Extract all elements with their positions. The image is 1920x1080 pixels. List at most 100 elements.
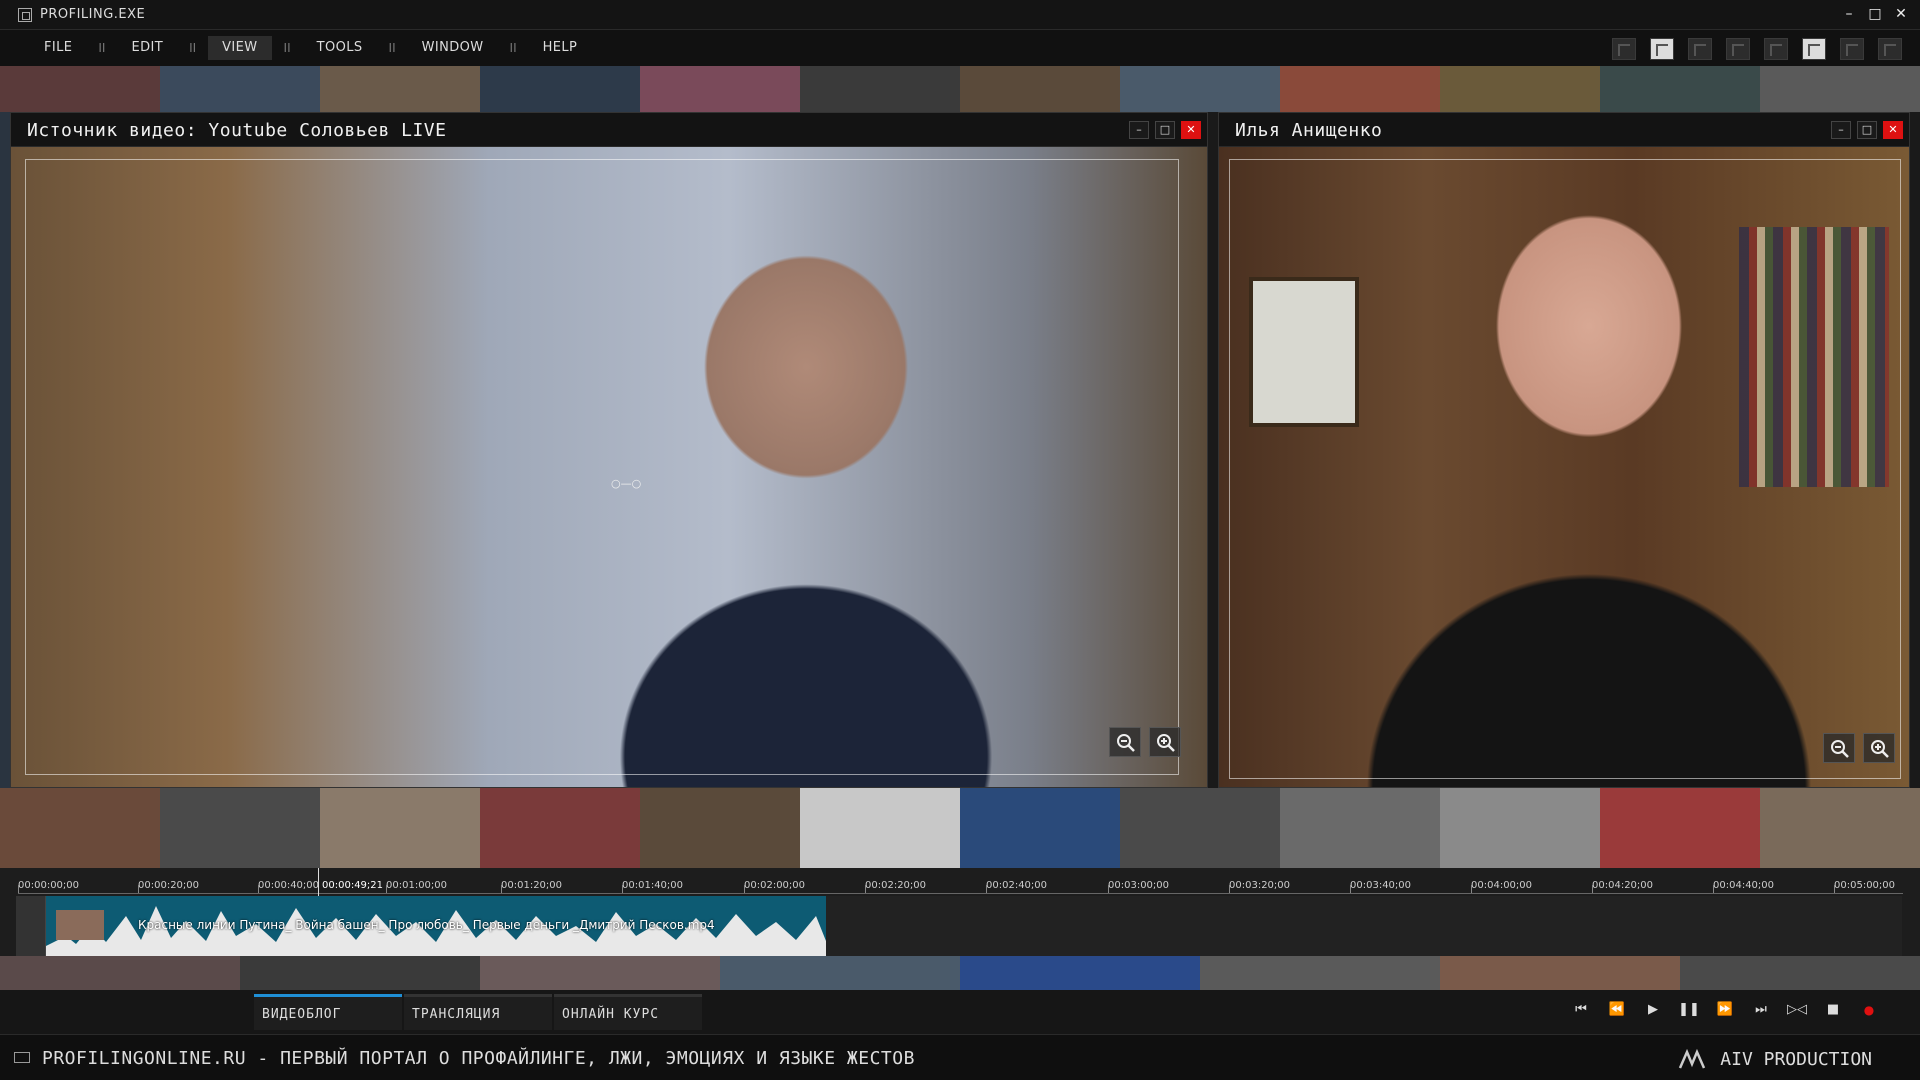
rewind-icon[interactable]: ⏪ xyxy=(1606,1002,1628,1017)
presenter-video-window-header[interactable]: Илья Анищенко – □ ✕ xyxy=(1219,113,1909,147)
tick-label: 00:02:20;00 xyxy=(865,880,927,891)
source-video-guide-frame xyxy=(25,159,1179,775)
tick-label: 00:03:20;00 xyxy=(1229,880,1291,891)
zoom-out-icon xyxy=(1831,740,1849,758)
zoom-in-icon xyxy=(1871,740,1889,758)
menu-separator: II xyxy=(283,41,291,55)
tick-label: 00:00:00;00 xyxy=(18,880,80,891)
menu-bar: FILE II EDIT II VIEW II TOOLS II WINDOW … xyxy=(0,30,1920,66)
status-bar: PROFILINGONLINE.RU - ПЕРВЫЙ ПОРТАЛ О ПРО… xyxy=(0,1034,1920,1080)
menu-view[interactable]: VIEW xyxy=(208,36,272,60)
menu-separator: II xyxy=(189,41,197,55)
tab-broadcast[interactable]: ТРАНСЛЯЦИЯ xyxy=(404,994,552,1030)
tick-mark xyxy=(1108,885,1109,893)
layout-3-icon[interactable] xyxy=(1688,38,1712,60)
layout-7-icon[interactable] xyxy=(1840,38,1864,60)
minimize-panel-button[interactable]: – xyxy=(1129,121,1149,139)
title-bar: PROFILING.EXE – □ ✕ xyxy=(0,0,1920,30)
video-track: Красные линии Путина_ Война башен_ Про л… xyxy=(16,896,1902,956)
tick-label: 00:05:00;00 xyxy=(1834,880,1896,891)
layout-1-icon[interactable] xyxy=(1612,38,1636,60)
source-video-title: Источник видео: Youtube Соловьев LIVE xyxy=(27,120,447,141)
pause-icon[interactable]: ❚❚ xyxy=(1678,1002,1700,1017)
skip-end-icon[interactable]: ⏭ xyxy=(1750,1002,1772,1017)
tick-mark xyxy=(622,885,623,893)
brand-logo-icon xyxy=(1679,1048,1706,1069)
presenter-guide-frame xyxy=(1229,159,1901,779)
tick-mark xyxy=(1350,885,1351,893)
status-text: PROFILINGONLINE.RU - ПЕРВЫЙ ПОРТАЛ О ПРО… xyxy=(42,1048,915,1069)
tick-mark xyxy=(1471,885,1472,893)
stop-icon[interactable]: ■ xyxy=(1822,1002,1844,1017)
tick-mark xyxy=(18,885,19,893)
tick-label: 00:03:40;00 xyxy=(1350,880,1412,891)
presenter-video-window: Илья Анищенко – □ ✕ xyxy=(1218,112,1910,788)
maximize-panel-button[interactable]: □ xyxy=(1155,121,1175,139)
tab-videoblog[interactable]: ВИДЕОБЛОГ xyxy=(254,994,402,1030)
tick-label: 00:00:20;00 xyxy=(138,880,200,891)
source-video-window: Источник видео: Youtube Соловьев LIVE – … xyxy=(10,112,1208,788)
tick-mark xyxy=(865,885,866,893)
record-icon[interactable]: ● xyxy=(1858,1003,1880,1017)
tick-mark xyxy=(1834,885,1835,893)
layout-2-icon[interactable] xyxy=(1650,38,1674,60)
close-panel-button[interactable]: ✕ xyxy=(1883,121,1903,139)
zoom-in-icon xyxy=(1157,734,1175,752)
background-mosaic-middle xyxy=(0,788,1920,870)
layout-4-icon[interactable] xyxy=(1726,38,1750,60)
layout-5-icon[interactable] xyxy=(1764,38,1788,60)
tick-label: 00:01:40;00 xyxy=(622,880,684,891)
tick-label: 00:03:00;00 xyxy=(1108,880,1170,891)
play-icon[interactable]: ▶ xyxy=(1642,1002,1664,1017)
close-panel-button[interactable]: ✕ xyxy=(1181,121,1201,139)
video-clip[interactable]: Красные линии Путина_ Война башен_ Про л… xyxy=(46,896,826,956)
minimize-panel-button[interactable]: – xyxy=(1831,121,1851,139)
skip-start-icon[interactable]: ⏮ xyxy=(1570,1002,1592,1017)
background-mosaic-bottom xyxy=(0,956,1920,990)
transport-controls: ⏮ ⏪ ▶ ❚❚ ⏩ ⏭ ▷◁ ■ ● xyxy=(1570,1002,1880,1017)
close-window-button[interactable]: ✕ xyxy=(1892,5,1910,23)
layout-6-icon[interactable] xyxy=(1802,38,1826,60)
menu-separator: II xyxy=(98,41,106,55)
tick-mark xyxy=(501,885,502,893)
timeline: 00:00:00;00 00:00:20;00 00:00:40;00 00:0… xyxy=(0,868,1920,956)
menu-separator: II xyxy=(509,41,517,55)
tab-bar: ВИДЕОБЛОГ ТРАНСЛЯЦИЯ ОНЛАЙН КУРС ⏮ ⏪ ▶ ❚… xyxy=(0,990,1920,1034)
menu-tools[interactable]: TOOLS xyxy=(303,36,377,60)
keyboard-icon xyxy=(14,1052,30,1063)
menu-edit[interactable]: EDIT xyxy=(117,36,177,60)
playhead-time: 00:00:49;21 xyxy=(322,880,384,891)
source-video-window-header[interactable]: Источник видео: Youtube Соловьев LIVE – … xyxy=(11,113,1207,147)
layout-8-icon[interactable] xyxy=(1878,38,1902,60)
zoom-out-button[interactable] xyxy=(1823,733,1855,763)
menu-window[interactable]: WINDOW xyxy=(408,36,498,60)
track-handle[interactable] xyxy=(16,896,46,956)
frame-step-icon[interactable]: ▷◁ xyxy=(1786,1002,1808,1017)
tick-label: 00:01:00;00 xyxy=(386,880,448,891)
maximize-panel-button[interactable]: □ xyxy=(1857,121,1877,139)
minimize-window-button[interactable]: – xyxy=(1840,5,1858,23)
tick-mark xyxy=(386,885,387,893)
tick-label: 00:00:40;00 xyxy=(258,880,320,891)
tick-mark xyxy=(744,885,745,893)
maximize-window-button[interactable]: □ xyxy=(1866,5,1884,23)
tick-label: 00:02:00;00 xyxy=(744,880,806,891)
tick-label: 00:02:40;00 xyxy=(986,880,1048,891)
menu-file[interactable]: FILE xyxy=(30,36,86,60)
zoom-in-button[interactable] xyxy=(1863,733,1895,763)
tick-label: 00:01:20;00 xyxy=(501,880,563,891)
menu-help[interactable]: HELP xyxy=(529,36,592,60)
zoom-out-button[interactable] xyxy=(1109,727,1141,757)
tick-mark xyxy=(1229,885,1230,893)
timeline-ruler[interactable]: 00:00:00;00 00:00:20;00 00:00:40;00 00:0… xyxy=(18,872,1903,894)
tick-mark xyxy=(138,885,139,893)
zoom-in-button[interactable] xyxy=(1149,727,1181,757)
clip-thumbnail xyxy=(56,910,104,940)
tab-online-course[interactable]: ОНЛАЙН КУРС xyxy=(554,994,702,1030)
brand-name: AIV PRODUCTION xyxy=(1720,1048,1872,1070)
presenter-video-title: Илья Анищенко xyxy=(1235,120,1383,141)
tick-mark xyxy=(258,885,259,893)
brand: AIV PRODUCTION xyxy=(1678,1048,1872,1070)
menu-separator: II xyxy=(388,41,396,55)
fast-forward-icon[interactable]: ⏩ xyxy=(1714,1002,1736,1017)
